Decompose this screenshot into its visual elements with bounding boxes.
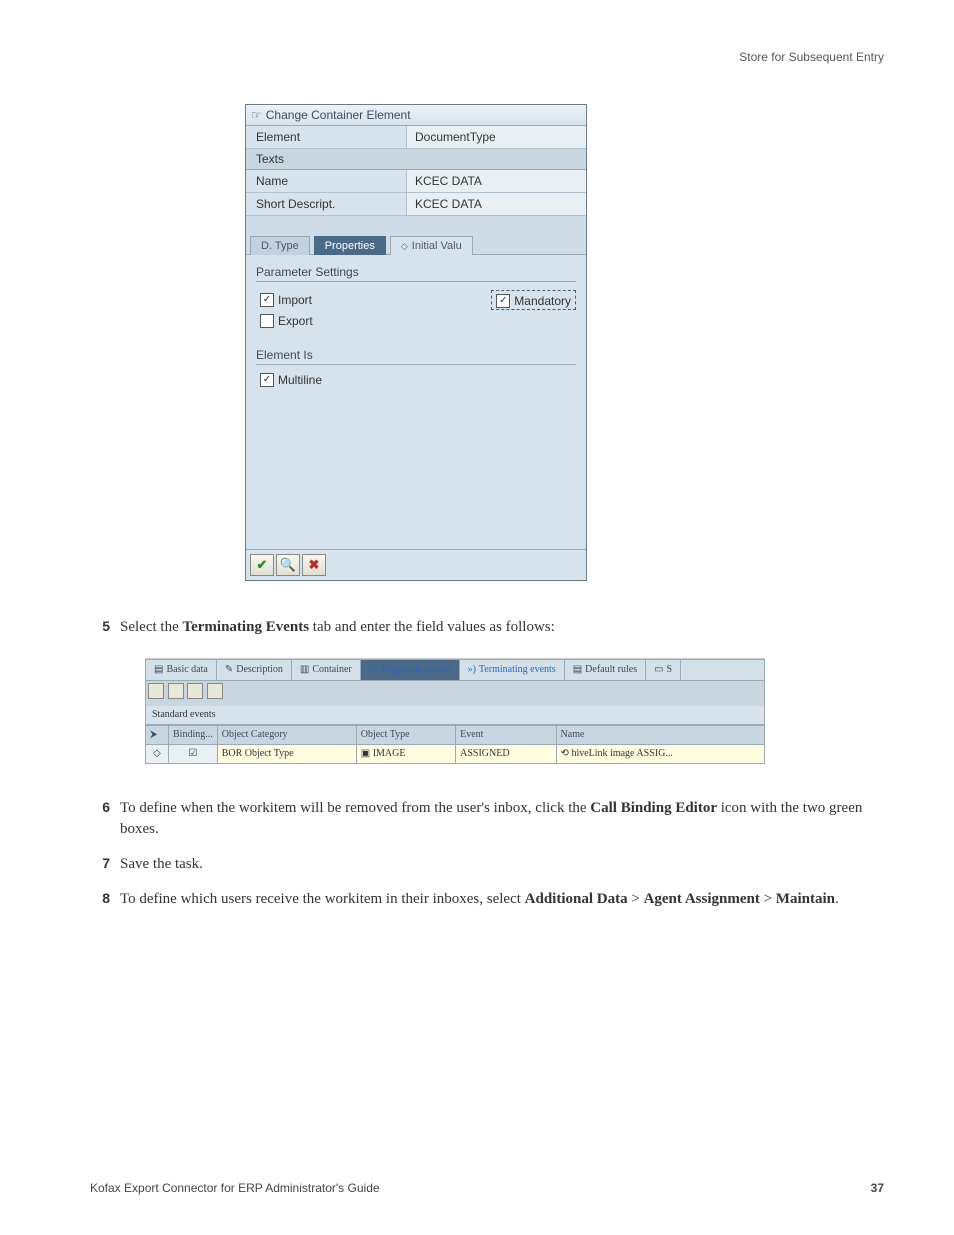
mandatory-label: Mandatory — [514, 294, 571, 308]
import-checkbox[interactable]: ✓Import — [260, 293, 312, 307]
footer-title: Kofax Export Connector for ERP Administr… — [90, 1181, 380, 1195]
events-table: ⮞ Binding... Object Category Object Type… — [145, 725, 765, 764]
short-descript-label: Short Descript. — [246, 193, 406, 215]
col-activate: ⮞ — [146, 726, 169, 745]
step-bold: Additional Data — [525, 891, 628, 907]
step-text: > — [760, 891, 776, 907]
step-5: 5 Select the Terminating Events tab and … — [90, 617, 884, 784]
tab-basic-data[interactable]: ▤Basic data — [146, 660, 217, 680]
element-label: Element — [246, 126, 406, 148]
col-name: Name — [556, 726, 764, 745]
step-bold: Agent Assignment — [644, 891, 760, 907]
page-section-title: Store for Subsequent Entry — [90, 50, 884, 64]
step-text: Save the task. — [120, 854, 884, 875]
tab-dtype[interactable]: D. Type — [250, 236, 310, 255]
multiline-label: Multiline — [278, 373, 322, 387]
texts-group-label: Texts — [246, 149, 586, 170]
magnifier-icon: 🔍 — [280, 557, 296, 573]
tab-triggering-events[interactable]: »)Triggering events — [361, 660, 460, 680]
step-bold: Maintain — [776, 891, 835, 907]
mandatory-checkbox[interactable]: ✓Mandatory — [496, 294, 571, 308]
parameter-settings-group: Parameter Settings — [256, 265, 576, 282]
name-label: Name — [246, 170, 406, 192]
multiline-checkbox[interactable]: ✓Multiline — [260, 373, 322, 387]
tab-description[interactable]: ✎Description — [217, 660, 292, 680]
col-binding: Binding... — [169, 726, 218, 745]
change-container-element-dialog: ☞ Change Container Element Element Docum… — [245, 104, 587, 581]
toolbar-button[interactable] — [207, 683, 223, 699]
step-6: 6 To define when the workitem will be re… — [90, 798, 884, 840]
page-number: 37 — [871, 1181, 884, 1195]
task-tabstrip: ▤Basic data ✎Description ▥Container »)Tr… — [145, 659, 765, 681]
rules-icon: ▤ — [573, 663, 582, 677]
form-icon: ▤ — [154, 663, 163, 677]
event-icon: ») — [468, 663, 476, 677]
tab-initial-label: Initial Valu — [412, 240, 462, 252]
cell-event[interactable]: ASSIGNED — [456, 745, 556, 764]
link-icon: ⟲ — [561, 748, 569, 759]
cell-object-type[interactable]: ▣ IMAGE — [356, 745, 455, 764]
tab-container[interactable]: ▥Container — [292, 660, 361, 680]
cell-object-category[interactable]: BOR Object Type — [217, 745, 356, 764]
step-text: To define when the workitem will be remo… — [120, 800, 590, 816]
step-text: . — [835, 891, 839, 907]
step-number: 7 — [90, 854, 110, 875]
element-is-group: Element Is — [256, 348, 576, 365]
check-icon: ✔ — [257, 557, 268, 573]
standard-events-label: Standard events — [145, 706, 765, 725]
element-value: DocumentType — [406, 126, 586, 148]
import-label: Import — [278, 293, 312, 307]
tab-terminating-events[interactable]: »)Terminating events — [460, 660, 565, 680]
edit-icon: ✎ — [225, 663, 233, 677]
tab-default-rules[interactable]: ▤Default rules — [565, 660, 646, 680]
dialog-tabstrip: D. Type Properties ◇ Initial Valu — [246, 216, 586, 255]
step-text: tab and enter the field values as follow… — [309, 619, 555, 635]
tab-properties[interactable]: Properties — [314, 236, 386, 255]
cell-binding[interactable]: ☑ — [169, 745, 218, 764]
step-number: 5 — [90, 617, 110, 784]
doc-icon: ▣ — [361, 748, 370, 759]
event-icon: ») — [369, 663, 377, 677]
ok-button[interactable]: ✔ — [250, 554, 274, 576]
step-number: 6 — [90, 798, 110, 840]
step-8: 8 To define which users receive the work… — [90, 889, 884, 910]
cell-activate[interactable]: ◇ — [146, 745, 169, 764]
toolbar-button[interactable] — [168, 683, 184, 699]
instruction-steps: 5 Select the Terminating Events tab and … — [90, 617, 884, 910]
terminating-events-screenshot: ▤Basic data ✎Description ▥Container »)Tr… — [145, 648, 765, 764]
step-text: To define which users receive the workit… — [120, 891, 525, 907]
diamond-icon: ◇ — [401, 241, 408, 252]
container-icon: ▥ — [300, 663, 309, 677]
dialog-title: Change Container Element — [266, 108, 411, 122]
dialog-titlebar: ☞ Change Container Element — [246, 105, 586, 126]
step-bold: Terminating Events — [182, 619, 309, 635]
tab-more[interactable]: ▭S — [646, 660, 681, 680]
cell-name[interactable]: ⟲ hiveLink image ASSIG... — [556, 745, 764, 764]
more-icon: ▭ — [654, 663, 663, 677]
step-7: 7 Save the task. — [90, 854, 884, 875]
step-number: 8 — [90, 889, 110, 910]
close-icon: ✖ — [309, 557, 320, 573]
export-label: Export — [278, 314, 313, 328]
col-object-type: Object Type — [356, 726, 455, 745]
col-object-category: Object Category — [217, 726, 356, 745]
short-descript-value[interactable]: KCEC DATA — [406, 193, 586, 215]
page-footer: Kofax Export Connector for ERP Administr… — [90, 1181, 884, 1195]
col-event: Event — [456, 726, 556, 745]
export-checkbox[interactable]: Export — [260, 314, 313, 328]
toolbar-button[interactable] — [148, 683, 164, 699]
step-bold: Call Binding Editor — [590, 800, 717, 816]
step-text: > — [628, 891, 644, 907]
events-toolbar — [145, 681, 765, 706]
dialog-button-bar: ✔ 🔍 ✖ — [246, 549, 586, 580]
search-button[interactable]: 🔍 — [276, 554, 300, 576]
cancel-button[interactable]: ✖ — [302, 554, 326, 576]
name-value[interactable]: KCEC DATA — [406, 170, 586, 192]
step-text: Select the — [120, 619, 182, 635]
toolbar-button[interactable] — [187, 683, 203, 699]
tab-initial-value[interactable]: ◇ Initial Valu — [390, 236, 473, 255]
table-row[interactable]: ◇ ☑ BOR Object Type ▣ IMAGE ASSIGNED ⟲ h… — [146, 745, 765, 764]
window-icon: ☞ — [251, 108, 262, 122]
